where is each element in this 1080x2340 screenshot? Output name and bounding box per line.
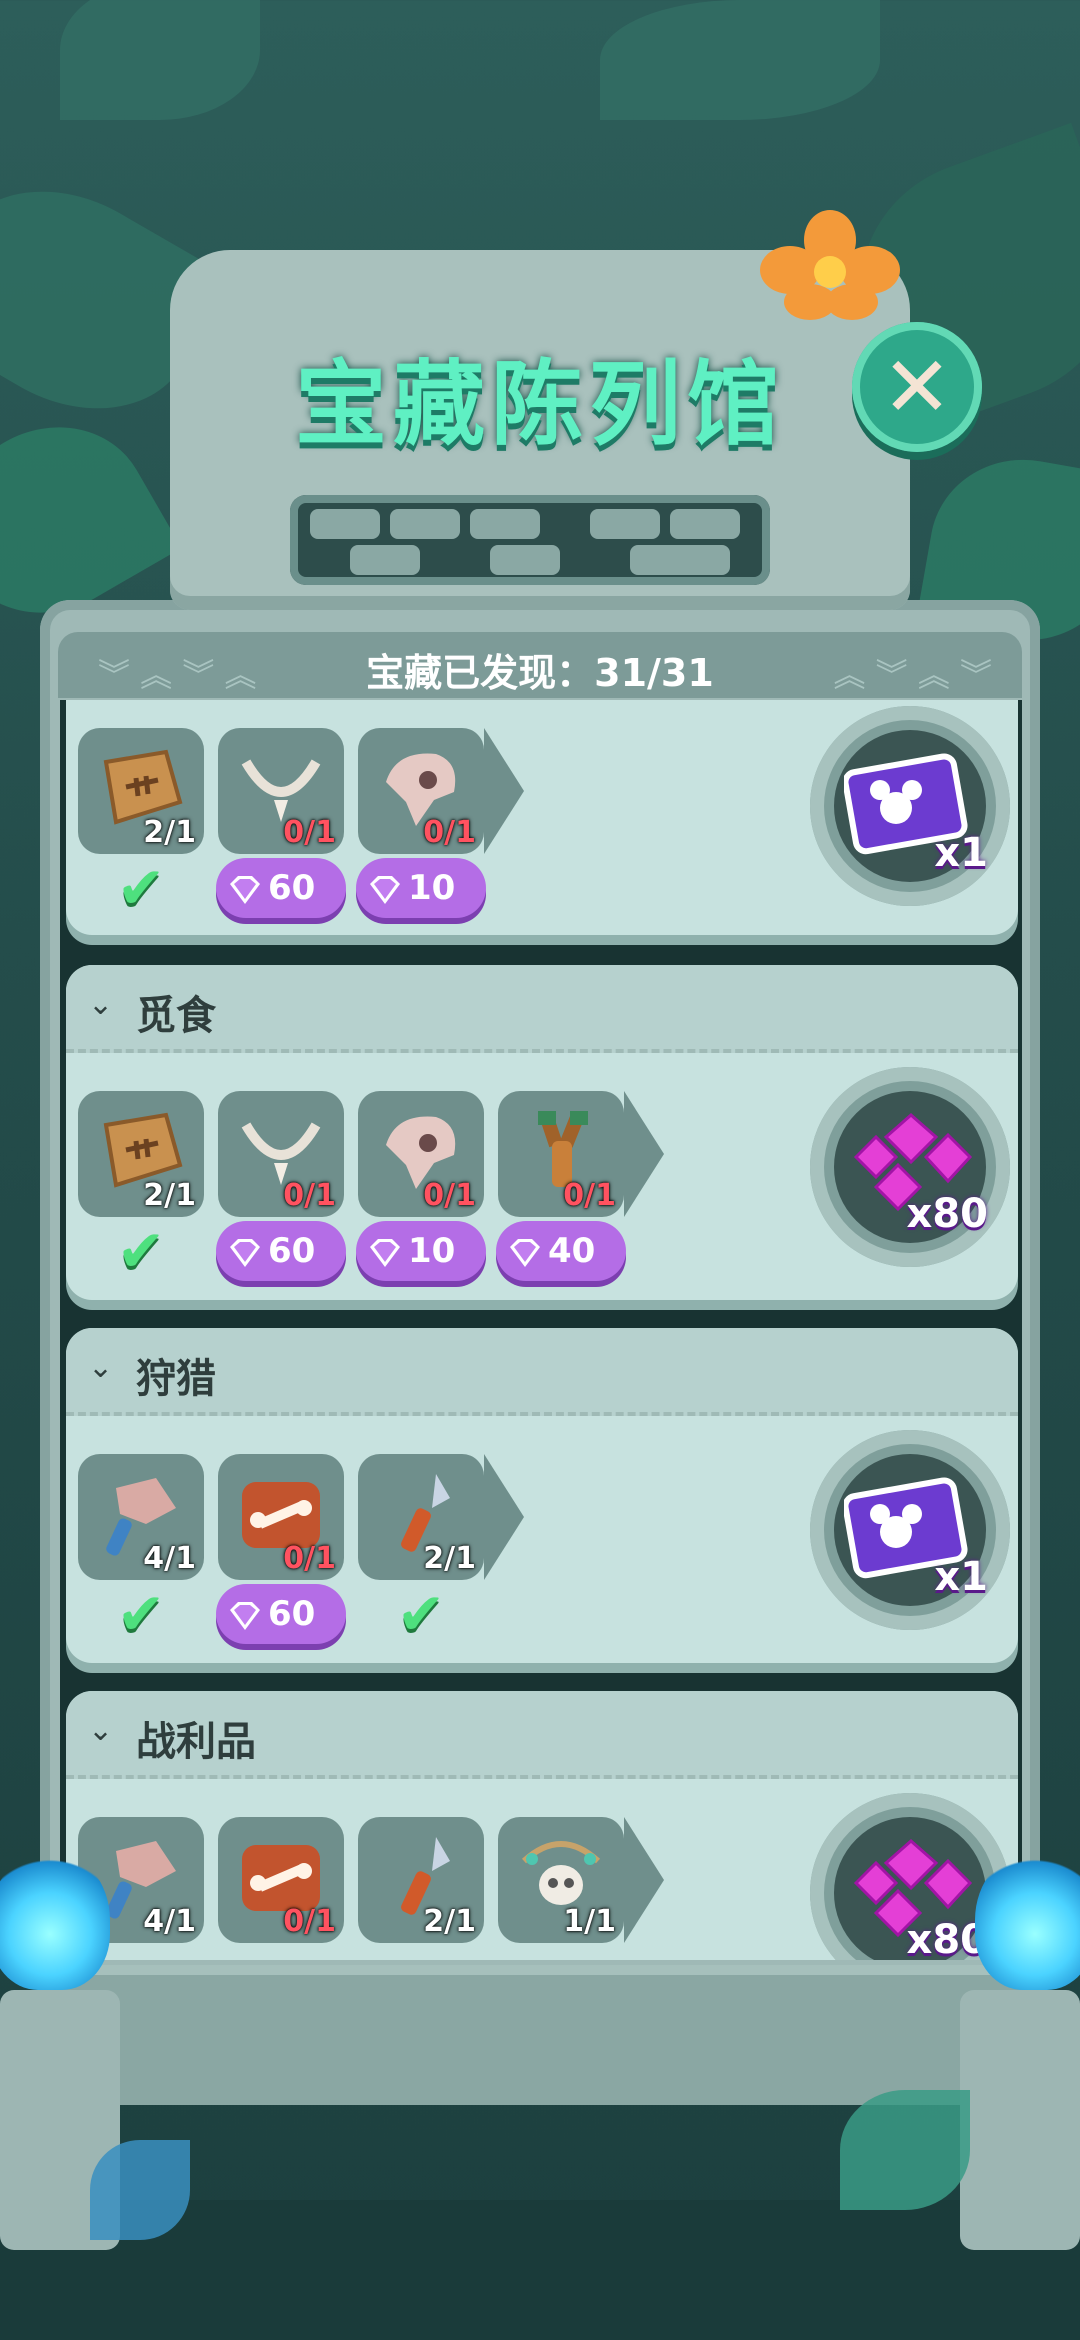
item-slot[interactable]: 2/1: [358, 1817, 484, 1943]
stone-base: [40, 1965, 1040, 2105]
item-slot[interactable]: 4/1: [78, 1454, 204, 1580]
gem-icon: [370, 875, 400, 904]
item-count: 2/1: [143, 815, 196, 850]
slot-arrow: [624, 1817, 664, 1943]
item-count: 4/1: [143, 1541, 196, 1576]
collection-card: ⌄ 狩猎 4/1 ✔ 0/1 60 2/1 ✔ x1: [66, 1328, 1018, 1663]
gem-buy-button[interactable]: 60: [216, 1221, 346, 1281]
item-count: 0/1: [423, 1178, 476, 1213]
gem-buy-button[interactable]: 40: [496, 1221, 626, 1281]
check-icon: ✔: [116, 854, 166, 922]
reward-quantity: x1: [934, 830, 988, 876]
card-header[interactable]: ⌄ 狩猎: [66, 1328, 1018, 1416]
gem-buy-button[interactable]: 10: [356, 1221, 486, 1281]
jungle-leaf-decoration: [600, 0, 880, 120]
card-title: 狩猎: [136, 1356, 216, 1402]
item-count: 2/1: [423, 1541, 476, 1576]
item-slot[interactable]: 2/1: [78, 728, 204, 854]
jungle-leaf-decoration: [90, 2140, 190, 2240]
collection-list[interactable]: 2/1 ✔ 0/1 60 0/1 10 x1 ⌄ 觅食 2/1 ✔ 0/1 60…: [60, 700, 1022, 1960]
collection-card: 2/1 ✔ 0/1 60 0/1 10 x1: [66, 700, 1018, 935]
item-slot[interactable]: 1/1: [498, 1817, 624, 1943]
item-count: 2/1: [423, 1904, 476, 1939]
title-slot: [290, 495, 770, 585]
gem-buy-button[interactable]: 10: [356, 858, 486, 918]
item-count: 4/1: [143, 1904, 196, 1939]
slot-arrow: [484, 1454, 524, 1580]
blue-flame-icon: [0, 1850, 110, 1990]
item-slot[interactable]: 0/1: [358, 728, 484, 854]
page-title: 宝藏陈列馆: [294, 351, 785, 458]
pillar-right: [960, 1990, 1080, 2250]
gem-buy-button[interactable]: 60: [216, 1584, 346, 1644]
gem-icon: [230, 875, 260, 904]
item-count: 0/1: [283, 1178, 336, 1213]
jungle-leaf-decoration: [840, 2090, 970, 2210]
item-slot[interactable]: 2/1: [358, 1454, 484, 1580]
card-header[interactable]: ⌄ 战利品: [66, 1691, 1018, 1779]
gem-icon: [230, 1601, 260, 1630]
card-title: 觅食: [136, 993, 216, 1039]
item-count: 2/1: [143, 1178, 196, 1213]
gem-icon: [370, 1238, 400, 1267]
reward-button[interactable]: x80: [810, 1067, 1010, 1267]
collection-card: ⌄ 觅食 2/1 ✔ 0/1 60 0/1 10 0/1 40 x80: [66, 965, 1018, 1300]
item-slot[interactable]: 2/1: [78, 1091, 204, 1217]
item-slot[interactable]: 0/1: [218, 1091, 344, 1217]
item-count: 0/1: [283, 1541, 336, 1576]
check-icon: ✔: [396, 1580, 446, 1648]
item-slot[interactable]: 0/1: [218, 1817, 344, 1943]
chevron-down-icon: ⌄: [88, 1350, 114, 1385]
item-slot[interactable]: 0/1: [498, 1091, 624, 1217]
slot-arrow: [624, 1091, 664, 1217]
chevron-down-icon: ⌄: [88, 987, 114, 1022]
gem-icon: [230, 1238, 260, 1267]
check-icon: ✔: [116, 1217, 166, 1285]
close-icon: ✕: [881, 338, 953, 436]
jungle-leaf-decoration: [60, 0, 260, 120]
gem-icon: [510, 1238, 540, 1267]
check-icon: ✔: [116, 1580, 166, 1648]
item-count: 0/1: [563, 1178, 616, 1213]
card-title: 战利品: [136, 1719, 256, 1765]
chevron-down-icon: ⌄: [88, 1713, 114, 1748]
item-count: 0/1: [283, 1904, 336, 1939]
collection-card: ⌄ 战利品 4/1 0/1 2/1 1/1 x80: [66, 1691, 1018, 1960]
reward-quantity: x80: [906, 1191, 988, 1237]
item-slot[interactable]: 0/1: [218, 1454, 344, 1580]
card-header[interactable]: ⌄ 觅食: [66, 965, 1018, 1053]
flower-decoration: [760, 210, 900, 320]
reward-button[interactable]: x1: [810, 1430, 1010, 1630]
item-count: 1/1: [563, 1904, 616, 1939]
item-count: 0/1: [283, 815, 336, 850]
reward-quantity: x1: [934, 1554, 988, 1600]
item-count: 0/1: [423, 815, 476, 850]
gem-buy-button[interactable]: 60: [216, 858, 346, 918]
item-slot[interactable]: 0/1: [358, 1091, 484, 1217]
slot-arrow: [484, 728, 524, 854]
item-slot[interactable]: 0/1: [218, 728, 344, 854]
reward-button[interactable]: x1: [810, 706, 1010, 906]
summary-bar: ︾ ︽ ︾ ︽ 宝藏已发现：31/31 ︽ ︾ ︽ ︾: [58, 632, 1022, 698]
close-button[interactable]: ✕: [852, 322, 982, 452]
blue-flame-icon: [975, 1850, 1080, 1990]
